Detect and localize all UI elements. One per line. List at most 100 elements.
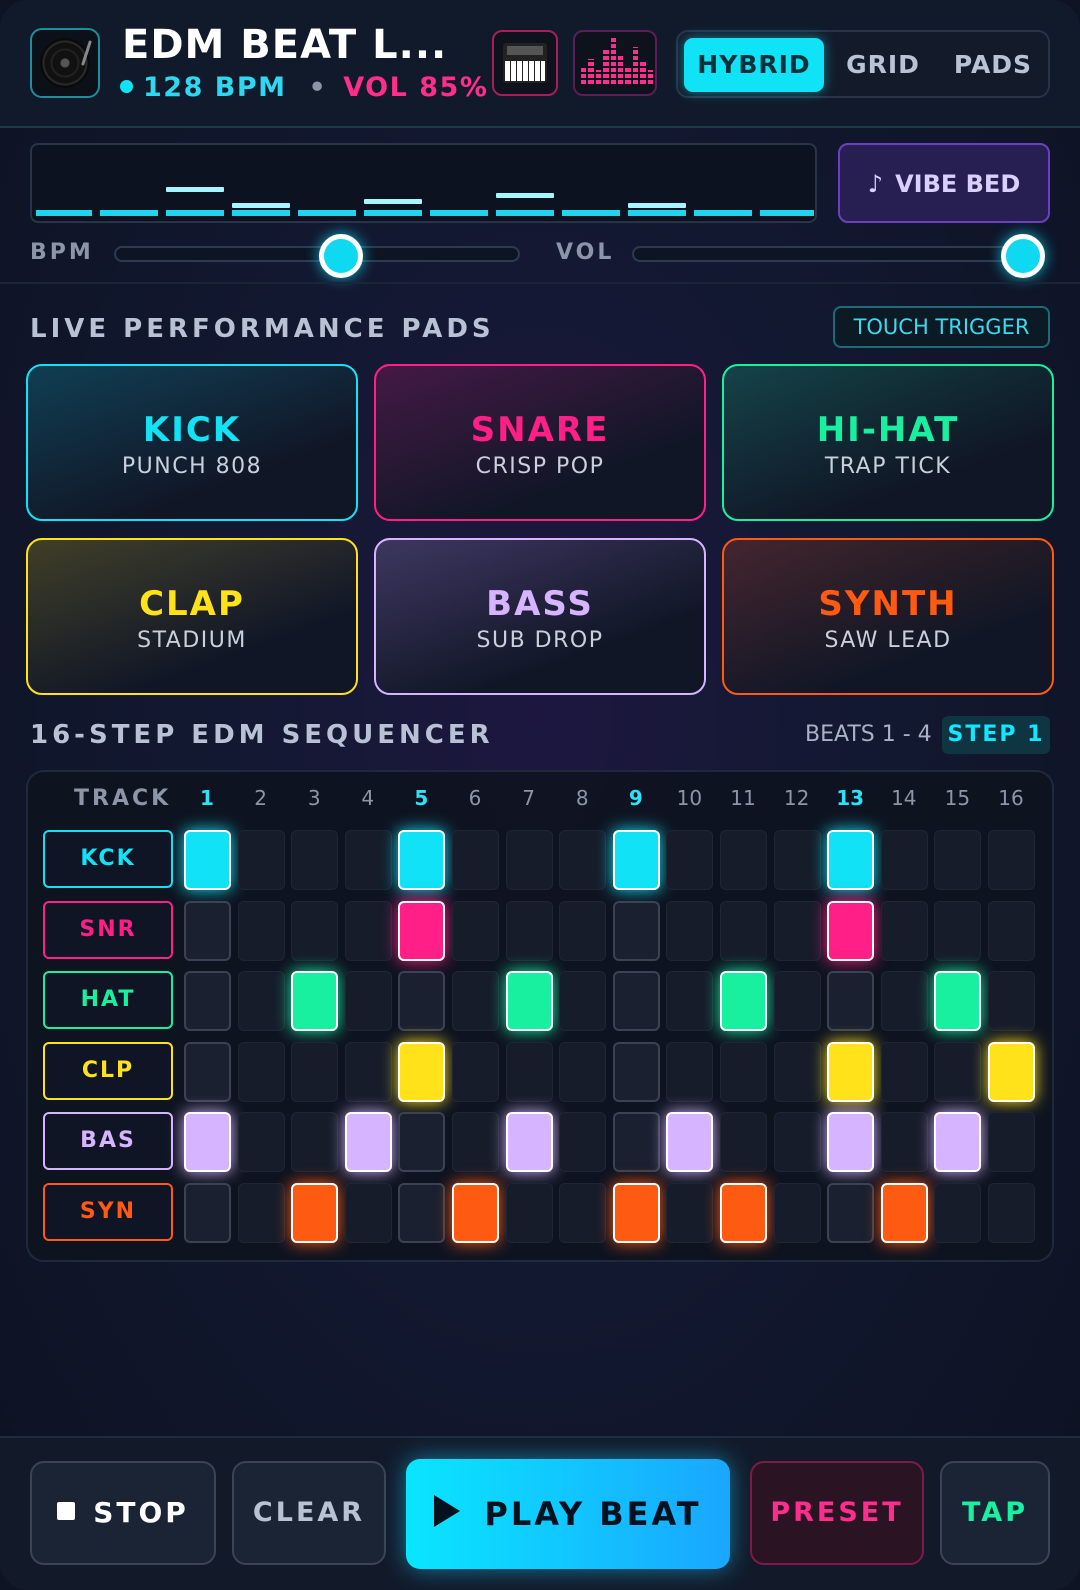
step-cell-syn-16[interactable] xyxy=(988,1182,1035,1243)
step-cell-bas-2[interactable] xyxy=(237,1112,285,1172)
step-cell-snr-1[interactable] xyxy=(184,900,231,961)
mode-hybrid[interactable]: HYBRID xyxy=(684,38,824,92)
step-cell-syn-12[interactable] xyxy=(773,1182,821,1243)
step-cell-clp-6[interactable] xyxy=(452,1041,499,1102)
step-cell-bas-15[interactable] xyxy=(934,1112,982,1172)
touch-trigger-badge[interactable]: TOUCH TRIGGER xyxy=(833,306,1050,348)
pad-bass[interactable]: BASS SUB DROP xyxy=(374,538,706,695)
tap-button[interactable]: TAP xyxy=(940,1461,1050,1565)
vol-slider-track[interactable] xyxy=(632,246,1044,262)
step-cell-clp-3[interactable] xyxy=(291,1041,339,1102)
step-cell-syn-9[interactable] xyxy=(612,1182,660,1243)
step-cell-clp-13[interactable] xyxy=(827,1041,875,1102)
step-cell-clp-12[interactable] xyxy=(773,1041,821,1102)
step-cell-snr-2[interactable] xyxy=(237,900,285,961)
step-cell-kck-5[interactable] xyxy=(398,830,446,890)
step-cell-bas-5[interactable] xyxy=(398,1112,446,1172)
step-cell-bas-11[interactable] xyxy=(720,1112,767,1172)
step-cell-hat-2[interactable] xyxy=(237,971,285,1031)
step-cell-kck-1[interactable] xyxy=(184,830,231,890)
step-cell-kck-12[interactable] xyxy=(773,830,821,890)
bpm-slider-track[interactable] xyxy=(114,246,520,262)
step-cell-clp-5[interactable] xyxy=(398,1041,446,1102)
mode-pads[interactable]: PADS xyxy=(940,38,1046,92)
step-cell-hat-10[interactable] xyxy=(666,971,714,1031)
pad-synth[interactable]: SYNTH SAW LEAD xyxy=(722,538,1054,695)
step-cell-kck-7[interactable] xyxy=(505,830,553,890)
step-cell-syn-14[interactable] xyxy=(880,1182,928,1243)
step-cell-syn-1[interactable] xyxy=(184,1182,231,1243)
step-cell-hat-5[interactable] xyxy=(398,971,446,1031)
step-cell-snr-7[interactable] xyxy=(505,900,553,961)
step-cell-bas-6[interactable] xyxy=(452,1112,499,1172)
step-cell-clp-1[interactable] xyxy=(184,1041,231,1102)
step-cell-bas-16[interactable] xyxy=(988,1112,1035,1172)
step-cell-syn-7[interactable] xyxy=(505,1182,553,1243)
step-cell-bas-13[interactable] xyxy=(827,1112,875,1172)
step-cell-snr-9[interactable] xyxy=(612,900,660,961)
step-cell-syn-15[interactable] xyxy=(934,1182,982,1243)
step-cell-bas-1[interactable] xyxy=(184,1112,231,1172)
step-cell-hat-7[interactable] xyxy=(505,971,553,1031)
step-cell-bas-12[interactable] xyxy=(773,1112,821,1172)
step-cell-clp-9[interactable] xyxy=(612,1041,660,1102)
step-cell-snr-11[interactable] xyxy=(720,900,767,961)
step-cell-hat-8[interactable] xyxy=(559,971,607,1031)
equalizer-icon[interactable] xyxy=(573,30,657,96)
turntable-icon[interactable] xyxy=(30,28,100,98)
track-label-syn[interactable]: SYN xyxy=(43,1182,173,1241)
step-cell-kck-4[interactable] xyxy=(344,830,392,890)
step-cell-hat-1[interactable] xyxy=(184,971,231,1031)
step-cell-syn-11[interactable] xyxy=(720,1182,767,1243)
piano-keys-icon[interactable] xyxy=(492,30,558,96)
step-cell-clp-4[interactable] xyxy=(344,1041,392,1102)
step-cell-syn-6[interactable] xyxy=(452,1182,499,1243)
step-cell-bas-8[interactable] xyxy=(559,1112,607,1172)
mode-grid[interactable]: GRID xyxy=(828,38,938,92)
step-cell-snr-8[interactable] xyxy=(559,900,607,961)
step-cell-kck-6[interactable] xyxy=(452,830,499,890)
step-cell-hat-11[interactable] xyxy=(720,971,767,1031)
step-cell-hat-13[interactable] xyxy=(827,971,875,1031)
step-cell-kck-10[interactable] xyxy=(666,830,714,890)
step-cell-clp-2[interactable] xyxy=(237,1041,285,1102)
bpm-slider-knob[interactable] xyxy=(319,234,364,278)
step-cell-syn-5[interactable] xyxy=(398,1182,446,1243)
play-beat-button[interactable]: PLAY BEAT xyxy=(406,1459,730,1569)
track-label-bas[interactable]: BAS xyxy=(43,1112,173,1170)
step-cell-clp-11[interactable] xyxy=(720,1041,767,1102)
step-cell-kck-11[interactable] xyxy=(720,830,767,890)
step-cell-snr-12[interactable] xyxy=(773,900,821,961)
track-label-clp[interactable]: CLP xyxy=(43,1041,173,1100)
step-cell-snr-3[interactable] xyxy=(291,900,339,961)
step-cell-bas-3[interactable] xyxy=(291,1112,339,1172)
pad-hihat[interactable]: HI-HAT TRAP TICK xyxy=(722,364,1054,521)
track-label-hat[interactable]: HAT xyxy=(43,971,173,1029)
step-cell-syn-2[interactable] xyxy=(237,1182,285,1243)
preset-button[interactable]: PRESET xyxy=(750,1461,924,1565)
step-cell-snr-13[interactable] xyxy=(827,900,875,961)
step-cell-clp-10[interactable] xyxy=(666,1041,714,1102)
step-cell-snr-4[interactable] xyxy=(344,900,392,961)
vol-slider-knob[interactable] xyxy=(1001,234,1046,278)
step-cell-syn-13[interactable] xyxy=(827,1182,875,1243)
step-cell-clp-15[interactable] xyxy=(934,1041,982,1102)
step-cell-kck-9[interactable] xyxy=(612,830,660,890)
vibe-bed-button[interactable]: ♪ VIBE BED xyxy=(838,143,1050,223)
step-cell-clp-7[interactable] xyxy=(505,1041,553,1102)
step-cell-snr-16[interactable] xyxy=(988,900,1035,961)
stop-button[interactable]: STOP xyxy=(30,1461,216,1565)
step-cell-snr-10[interactable] xyxy=(666,900,714,961)
track-label-kck[interactable]: KCK xyxy=(43,830,173,888)
track-label-snr[interactable]: SNR xyxy=(43,900,173,959)
step-cell-syn-4[interactable] xyxy=(344,1182,392,1243)
step-cell-hat-3[interactable] xyxy=(291,971,339,1031)
step-cell-kck-3[interactable] xyxy=(291,830,339,890)
step-cell-kck-2[interactable] xyxy=(237,830,285,890)
step-cell-snr-15[interactable] xyxy=(934,900,982,961)
step-cell-clp-16[interactable] xyxy=(988,1041,1035,1102)
step-cell-bas-4[interactable] xyxy=(344,1112,392,1172)
step-cell-snr-14[interactable] xyxy=(880,900,928,961)
step-cell-bas-10[interactable] xyxy=(666,1112,714,1172)
step-cell-kck-15[interactable] xyxy=(934,830,982,890)
